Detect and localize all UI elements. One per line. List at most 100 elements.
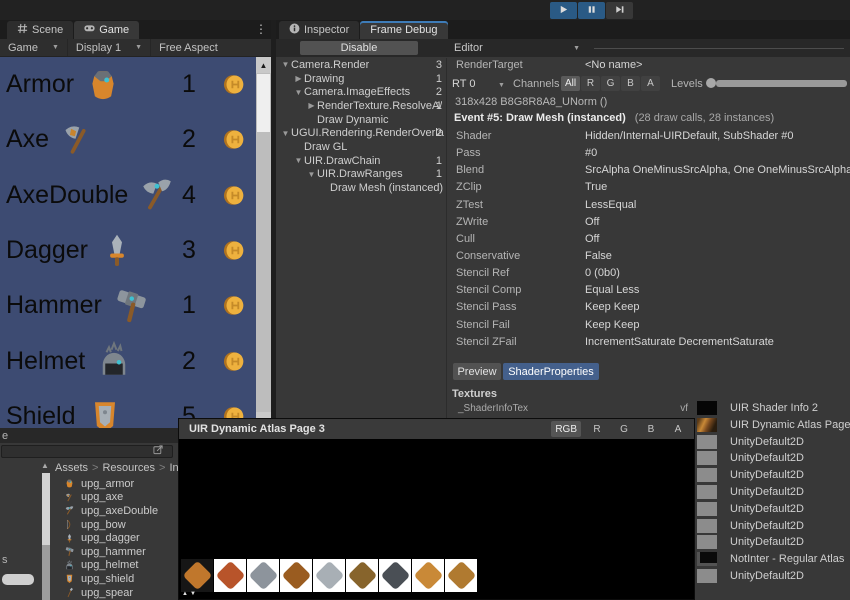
levels-slider-track[interactable] xyxy=(716,80,847,87)
aspect-dropdown[interactable]: Free Aspect xyxy=(151,39,226,56)
coin-icon[interactable] xyxy=(221,348,248,375)
asset-file-row[interactable]: upg_helmet xyxy=(56,559,178,573)
event-tree-row[interactable]: ▼ UIR.DrawRanges 1 xyxy=(276,168,446,182)
channel-button[interactable]: RGB xyxy=(551,421,581,437)
play-button[interactable] xyxy=(550,2,577,19)
event-tree-row[interactable]: Draw GL xyxy=(276,140,446,154)
coin-icon[interactable] xyxy=(221,182,248,209)
event-tree-row[interactable]: ▼ UGUI.Rendering.RenderOverla 2 xyxy=(276,126,446,140)
panel-menu-icon[interactable]: ⋮ xyxy=(255,22,267,36)
scrollbar-thumb[interactable] xyxy=(42,473,50,545)
event-tree-row[interactable]: ▶ Drawing 1 xyxy=(276,72,446,86)
disclosure-triangle-icon[interactable]: ▶ xyxy=(293,74,304,83)
armor-icon xyxy=(83,65,123,105)
disable-button[interactable]: Disable xyxy=(300,41,418,55)
disclosure-triangle-icon[interactable]: ▶ xyxy=(306,101,317,110)
event-tree-row[interactable]: Draw Dynamic xyxy=(276,113,446,127)
channel-button[interactable]: All xyxy=(561,76,580,91)
event-count: 1 xyxy=(436,73,442,85)
tab-game[interactable]: Game xyxy=(74,21,139,39)
state-row: Stencil Fail Keep Keep xyxy=(448,317,850,334)
chevron-down-icon[interactable]: ▼ xyxy=(498,82,505,89)
scroll-up-icon[interactable]: ▲ xyxy=(41,461,49,470)
texture-thumbnail xyxy=(697,535,717,549)
disclosure-triangle-icon[interactable]: ▼ xyxy=(306,170,317,179)
tab-scene[interactable]: Scene xyxy=(7,21,73,39)
display-dropdown[interactable]: Display 1 ▼ xyxy=(68,39,151,56)
tab-frame-debug[interactable]: Frame Debug xyxy=(360,21,447,39)
asset-file-row[interactable]: upg_spear xyxy=(56,586,178,600)
channel-button[interactable]: A xyxy=(641,76,660,91)
atlas-preview-header[interactable]: UIR Dynamic Atlas Page 3 RGBRGBA xyxy=(179,419,694,439)
coin-icon[interactable] xyxy=(221,126,248,153)
coin-icon[interactable] xyxy=(221,292,248,319)
event-tree-row[interactable]: ▼ UIR.DrawChain 1 xyxy=(276,154,446,168)
atlas-sprite-thumbnail xyxy=(379,559,411,592)
asset-file-row[interactable]: upg_hammer xyxy=(56,545,178,559)
texture-row[interactable]: _ShaderInfoTex vf UIR Shader Info 2 xyxy=(448,400,850,417)
texture-thumbnail xyxy=(697,418,717,432)
disclosure-triangle-icon[interactable]: ▼ xyxy=(293,88,304,97)
event-tree-row[interactable]: ▼ Camera.ImageEffects 2 xyxy=(276,85,446,99)
atlas-channel-buttons: RGBRGBA xyxy=(551,421,694,437)
unity-editor-window: Scene Game ⋮ Game ▼ Display 1 ▼ Free Asp… xyxy=(0,0,850,600)
channel-button[interactable]: R xyxy=(586,421,608,437)
asset-file-row[interactable]: upg_axe xyxy=(56,491,178,505)
state-row: Conservative False xyxy=(448,248,850,265)
target-dropdown[interactable]: Editor ▼ xyxy=(448,39,586,57)
channel-buttons: AllRGBA xyxy=(561,76,660,91)
breadcrumb-assets[interactable]: Assets xyxy=(55,462,88,474)
coin-icon[interactable] xyxy=(221,237,248,264)
horizontal-scrollbar-thumb[interactable] xyxy=(2,574,34,585)
atlas-texture-strip xyxy=(181,559,477,592)
mip-level-arrows[interactable]: ▲▼ xyxy=(182,591,198,597)
state-row: Stencil ZFail IncrementSaturate Decremen… xyxy=(448,334,850,351)
preview-button[interactable]: Preview xyxy=(453,363,501,380)
armor-icon xyxy=(64,478,76,489)
channel-button[interactable]: B xyxy=(640,421,662,437)
levels-slider-handle[interactable] xyxy=(706,78,716,88)
channel-button[interactable]: G xyxy=(613,421,635,437)
event-count: 1 xyxy=(436,100,442,112)
open-in-window-icon[interactable] xyxy=(153,444,164,455)
tab-inspector[interactable]: Inspector xyxy=(279,21,359,39)
channel-button[interactable]: R xyxy=(581,76,600,91)
scroll-up-icon[interactable]: ▲ xyxy=(256,57,271,73)
asset-file-row[interactable]: upg_shield xyxy=(56,572,178,586)
step-button[interactable] xyxy=(606,2,633,19)
item-quantity: 2 xyxy=(174,347,204,376)
shader-properties-button[interactable]: ShaderProperties xyxy=(503,363,599,380)
pause-button[interactable] xyxy=(578,2,605,19)
shield-icon xyxy=(64,573,76,584)
spear-icon xyxy=(64,587,76,598)
game-target-dropdown[interactable]: Game ▼ xyxy=(0,39,68,56)
channel-button[interactable]: B xyxy=(621,76,640,91)
folder-tree-scrollbar[interactable] xyxy=(42,473,50,600)
chevron-down-icon: ▼ xyxy=(52,44,59,51)
game-view-toolbar: Game ▼ Display 1 ▼ Free Aspect xyxy=(0,39,271,57)
coin-icon[interactable] xyxy=(221,71,248,98)
asset-file-row[interactable]: upg_armor xyxy=(56,477,178,491)
breadcrumb-resources[interactable]: Resources xyxy=(102,462,155,474)
disclosure-triangle-icon[interactable]: ▼ xyxy=(280,129,291,138)
asset-file-row[interactable]: upg_dagger xyxy=(56,531,178,545)
texture-thumbnail xyxy=(697,502,717,516)
channel-button[interactable]: G xyxy=(601,76,620,91)
chevron-down-icon: ▼ xyxy=(135,44,142,51)
event-scrubber[interactable] xyxy=(594,48,844,49)
scrollbar-thumb[interactable] xyxy=(257,74,270,132)
disclosure-triangle-icon[interactable]: ▼ xyxy=(280,60,291,69)
event-tree-row[interactable]: ▼ Camera.Render 3 xyxy=(276,58,446,72)
asset-file-row[interactable]: upg_axeDouble xyxy=(56,504,178,518)
game-list-scrollbar[interactable]: ▲ ▼ xyxy=(256,57,271,428)
asset-file-row[interactable]: upg_bow xyxy=(56,518,178,532)
rt-dropdown[interactable]: RT 0 xyxy=(452,78,475,90)
channel-button[interactable]: A xyxy=(667,421,689,437)
event-tree-row[interactable]: ▶ RenderTexture.ResolveA/ 1 xyxy=(276,99,446,113)
breadcrumb-folder[interactable]: Inv xyxy=(169,462,178,474)
item-label: Shield xyxy=(6,402,76,428)
atlas-sprite-thumbnail xyxy=(412,559,444,592)
disclosure-triangle-icon[interactable]: ▼ xyxy=(293,156,304,165)
event-tree-row[interactable]: Draw Mesh (instanced) xyxy=(276,181,446,195)
search-input[interactable] xyxy=(1,445,173,458)
